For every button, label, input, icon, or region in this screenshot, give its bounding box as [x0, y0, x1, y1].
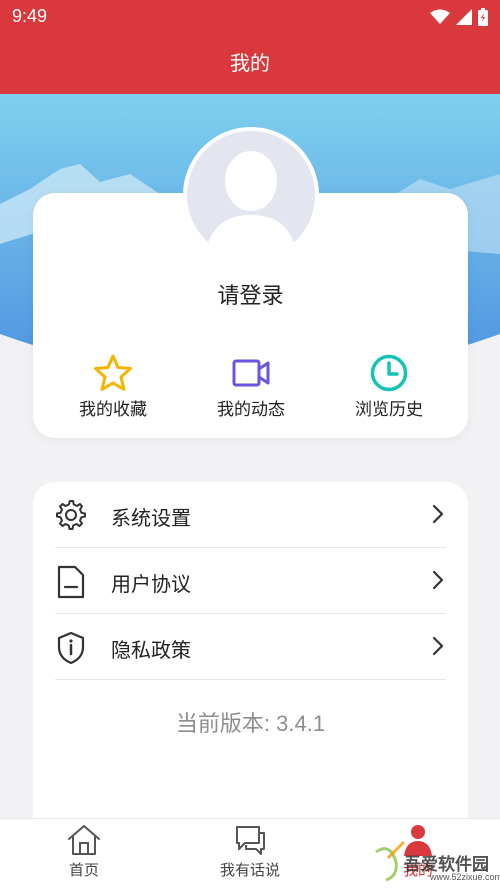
menu-item-privacy-policy[interactable]: 隐私政策 — [55, 614, 446, 680]
shield-icon — [57, 631, 85, 665]
login-prompt[interactable]: 请登录 — [33, 278, 468, 310]
quick-action-history[interactable]: 浏览历史 — [334, 353, 444, 420]
menu-item-label: 系统设置 — [111, 506, 191, 530]
menu-item-user-agreement[interactable]: 用户协议 — [55, 548, 446, 614]
chevron-right-icon — [432, 570, 444, 590]
home-icon — [68, 825, 100, 855]
gear-icon — [56, 500, 86, 530]
default-avatar-icon — [205, 151, 297, 259]
battery-icon — [478, 8, 488, 26]
quick-action-posts[interactable]: 我的动态 — [196, 353, 306, 420]
wifi-icon — [430, 9, 450, 24]
app-header: 我的 — [0, 34, 500, 94]
quick-action-favorites[interactable]: 我的收藏 — [58, 353, 168, 420]
menu-card: 系统设置 用户协议 隐私政策 当前版本: 3.4.1 — [33, 482, 468, 842]
page-title: 我的 — [230, 51, 270, 75]
tab-home[interactable]: 首页 — [24, 823, 144, 880]
menu-item-label: 用户协议 — [111, 572, 191, 596]
chevron-right-icon — [432, 636, 444, 656]
tab-label: 我有话说 — [219, 861, 280, 879]
chevron-right-icon — [432, 504, 444, 524]
status-icons — [430, 8, 488, 26]
quick-action-label: 浏览历史 — [355, 400, 423, 420]
avatar[interactable] — [183, 127, 319, 263]
clock-icon — [370, 354, 408, 392]
video-icon — [232, 359, 270, 387]
menu-item-system-settings[interactable]: 系统设置 — [55, 482, 446, 548]
chat-icon — [236, 826, 265, 855]
star-icon — [94, 354, 132, 391]
version-text: 当前版本: 3.4.1 — [175, 711, 326, 736]
status-bar: 9:49 — [0, 0, 500, 34]
tab-label: 首页 — [68, 861, 99, 879]
status-time: 9:49 — [12, 6, 48, 26]
signal-icon — [456, 9, 472, 25]
watermark-url: www.52zixue.com — [430, 872, 500, 882]
quick-action-label: 我的动态 — [217, 400, 285, 420]
quick-action-label: 我的收藏 — [79, 400, 147, 420]
document-icon — [57, 565, 85, 599]
tab-discussion[interactable]: 我有话说 — [190, 823, 310, 880]
menu-item-label: 隐私政策 — [111, 638, 191, 662]
